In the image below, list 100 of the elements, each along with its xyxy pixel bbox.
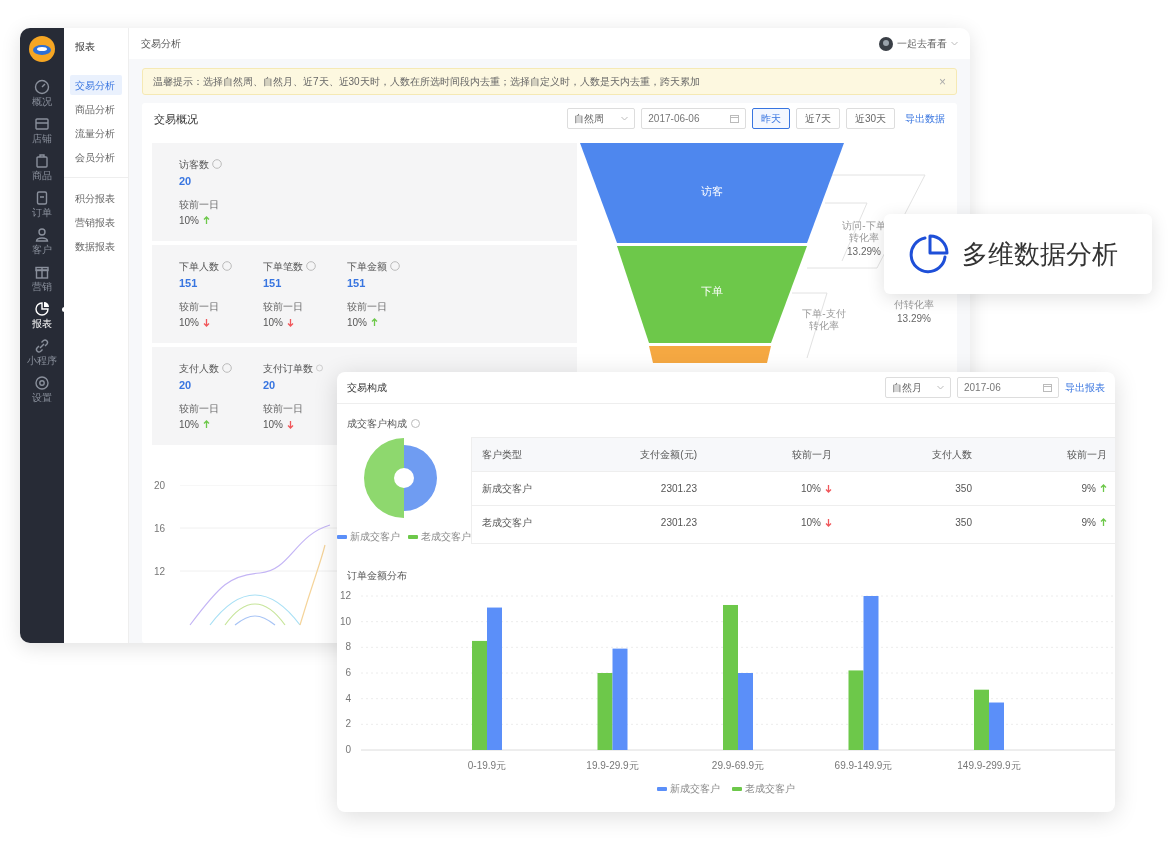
sidebar-item[interactable]: 数据报表 <box>70 236 122 256</box>
stage-label: 访客 <box>700 183 724 199</box>
column-header: 较前一月 <box>1066 448 1107 462</box>
period-select[interactable]: 自然月 <box>885 377 951 398</box>
rate-value: 13.29% <box>897 311 931 326</box>
sidebar-item[interactable]: 营销报表 <box>70 212 122 232</box>
change-value: 10% <box>263 316 283 331</box>
store-icon <box>34 116 50 132</box>
avatar-icon <box>879 36 893 51</box>
table-cell-text: 9% <box>1081 516 1096 530</box>
sidebar-item[interactable]: 积分报表 <box>70 188 122 208</box>
table-cell-text: 老成交客户 <box>482 516 532 530</box>
axis-tick-label: 8 <box>345 641 351 653</box>
axis-tick-label: 20 <box>154 478 166 493</box>
range-button[interactable]: 近7天 <box>796 108 840 130</box>
compare-label: 较前一日 <box>179 198 220 213</box>
change-value: 10% <box>347 316 367 331</box>
metric-label: 下单人数 <box>179 259 219 274</box>
logo-icon <box>29 36 55 62</box>
column-header: 支付金额(元) <box>639 448 697 462</box>
sidebar-item[interactable]: 流量分析 <box>70 123 122 143</box>
table-cell-text: 10% <box>801 516 821 530</box>
nav-item[interactable]: 营销 <box>20 264 64 292</box>
nav-item[interactable]: 店铺 <box>20 116 64 144</box>
nav-item[interactable]: 小程序 <box>20 338 64 366</box>
table-cell-text: 2301.23 <box>660 482 697 496</box>
date-field[interactable]: 2017-06-06 <box>641 108 747 130</box>
axis-tick-label: 0 <box>345 744 351 755</box>
sidebar-item[interactable]: 商品分析 <box>70 99 122 119</box>
person-icon <box>34 227 50 243</box>
rate-label: 访问-下单转化率 <box>841 219 887 244</box>
table-cell-text: 新成交客户 <box>482 482 532 496</box>
axis-tick-label: 6 <box>345 667 351 678</box>
legend-label: 新成交客户 <box>670 782 720 796</box>
change-value: 10% <box>179 316 199 331</box>
range-button[interactable]: 近30天 <box>845 108 895 130</box>
column-header: 支付人数 <box>931 448 972 462</box>
card-title: 交易构成 <box>347 381 387 395</box>
axis-tick-label: 2 <box>345 718 351 730</box>
sidebar-title: 报表 <box>74 40 96 54</box>
compare-label: 较前一日 <box>179 300 220 315</box>
caret-icon <box>951 41 958 46</box>
pie-chart-icon <box>908 233 950 275</box>
compare-label: 较前一日 <box>347 300 388 315</box>
axis-tick-label: 29.9-69.9元 <box>711 760 765 771</box>
pie-chart-icon <box>34 301 50 317</box>
help-icon <box>390 261 400 272</box>
sidebar-item[interactable]: 会员分析 <box>70 147 122 167</box>
axis-tick-label: 12 <box>154 564 166 579</box>
table-cell-text: 9% <box>1081 482 1096 496</box>
export-link[interactable]: 导出报表 <box>1065 380 1105 395</box>
legend-label: 老成交客户 <box>421 530 471 544</box>
column-header: 客户类型 <box>482 448 523 462</box>
user-menu[interactable]: 一起去看看 <box>879 36 958 51</box>
rate-value: 13.29% <box>847 244 881 259</box>
chevron-icon <box>621 116 629 122</box>
rate-label: 付转化率 <box>894 298 934 311</box>
nav-item[interactable]: 商品 <box>20 153 64 181</box>
settings-icon <box>34 375 50 391</box>
chevron-icon <box>937 385 944 390</box>
axis-tick-label: 4 <box>345 692 351 704</box>
help-icon <box>306 261 316 272</box>
gift-icon <box>34 264 50 280</box>
metric-label: 访客数 <box>179 157 209 172</box>
nav-item[interactable]: 概况 <box>20 79 64 107</box>
axis-tick-label: 19.9-29.9元 <box>586 760 639 771</box>
sidebar-item[interactable]: 交易分析 <box>70 75 122 95</box>
chart-title: 订单金额分布 <box>346 569 408 583</box>
axis-tick-label: 16 <box>154 521 166 536</box>
bar <box>974 689 989 750</box>
metric-label: 下单笔数 <box>263 259 303 274</box>
help-icon <box>222 363 232 374</box>
axis-tick-label: 0-19.9元 <box>467 760 507 771</box>
rate-label: 下单-支付转化率 <box>801 307 847 332</box>
bar <box>989 702 1004 750</box>
bag-icon <box>34 153 50 169</box>
link-icon <box>34 338 50 354</box>
help-icon <box>222 261 232 272</box>
compare-label: 较前一日 <box>179 402 220 417</box>
section-title: 成交客户构成 <box>347 417 407 431</box>
dashboard-icon <box>34 79 50 95</box>
metric-label: 下单金额 <box>347 259 387 274</box>
export-link[interactable]: 导出数据 <box>905 111 945 127</box>
date-field[interactable]: 2017-06 <box>957 377 1059 398</box>
table-cell-text: 2301.23 <box>660 516 697 530</box>
help-icon <box>212 159 222 170</box>
help-icon <box>411 419 420 428</box>
callout-title: 多维数据分析 <box>962 237 1118 271</box>
nav-item[interactable]: 设置 <box>20 375 64 403</box>
stage-label: 下单 <box>700 283 724 299</box>
nav-item[interactable]: 客户 <box>20 227 64 255</box>
notice-text: 温馨提示：选择自然周、自然月、近7天、近30天时，人数在所选时间段内去重；选择自定义时，人数是天内去重，跨天累加 <box>153 75 700 89</box>
metric-value: 151 <box>179 275 199 291</box>
bracket-line <box>791 292 828 359</box>
nav-item[interactable]: 订单 <box>20 190 64 218</box>
metric-value: 20 <box>179 377 193 393</box>
period-select[interactable]: 自然周 <box>567 108 636 130</box>
metric-label: 支付订单数 <box>263 361 313 376</box>
table-cell-text: 10% <box>801 482 821 496</box>
range-button[interactable]: 昨天 <box>752 108 791 130</box>
